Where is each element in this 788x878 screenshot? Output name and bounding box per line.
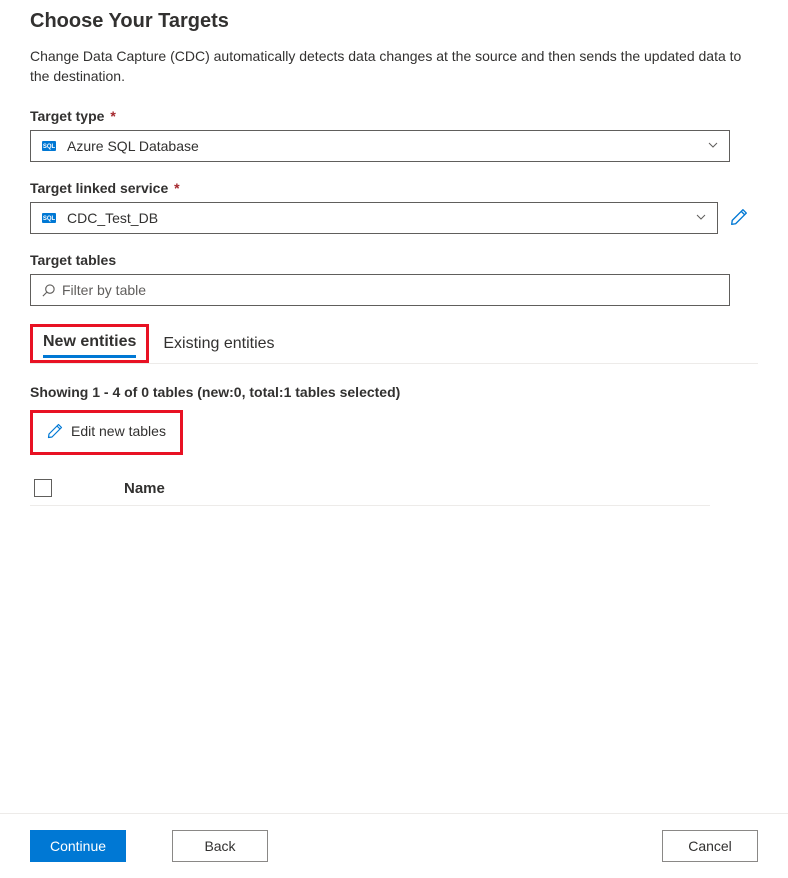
page-title: Choose Your Targets bbox=[30, 10, 758, 33]
tables-grid-header: Name bbox=[30, 469, 710, 506]
search-icon bbox=[41, 283, 56, 298]
target-tables-label: Target tables bbox=[30, 252, 758, 268]
svg-text:SQL: SQL bbox=[43, 216, 56, 222]
linked-service-select[interactable]: SQL CDC_Test_DB bbox=[30, 202, 718, 234]
footer-bar: Continue Back Cancel bbox=[0, 813, 788, 878]
page-subtitle: Change Data Capture (CDC) automatically … bbox=[30, 47, 758, 86]
entities-tabs: New entities Existing entities bbox=[30, 324, 758, 364]
target-tables-field: Target tables bbox=[30, 252, 758, 306]
target-type-label-text: Target type bbox=[30, 108, 104, 124]
table-summary: Showing 1 - 4 of 0 tables (new:0, total:… bbox=[30, 384, 758, 400]
filter-table-input[interactable] bbox=[62, 282, 719, 298]
target-type-value: Azure SQL Database bbox=[67, 138, 707, 154]
highlight-box-tabs: New entities bbox=[30, 324, 149, 363]
pencil-icon bbox=[47, 423, 63, 439]
filter-input-wrapper[interactable] bbox=[30, 274, 730, 306]
edit-new-tables-button[interactable]: Edit new tables bbox=[47, 423, 166, 439]
svg-text:SQL: SQL bbox=[43, 144, 56, 150]
required-indicator: * bbox=[110, 108, 115, 124]
sql-database-icon: SQL bbox=[41, 138, 57, 154]
sql-database-icon: SQL bbox=[41, 210, 57, 226]
linked-service-value: CDC_Test_DB bbox=[67, 210, 695, 226]
edit-new-tables-label: Edit new tables bbox=[71, 423, 166, 439]
linked-service-label: Target linked service * bbox=[30, 180, 758, 196]
back-button[interactable]: Back bbox=[172, 830, 268, 862]
chevron-down-icon bbox=[707, 138, 719, 154]
target-type-field: Target type * SQL Azure SQL Database bbox=[30, 108, 758, 162]
cancel-button[interactable]: Cancel bbox=[662, 830, 758, 862]
required-indicator: * bbox=[174, 180, 179, 196]
target-type-select[interactable]: SQL Azure SQL Database bbox=[30, 130, 730, 162]
tab-new-entities[interactable]: New entities bbox=[43, 333, 136, 358]
linked-service-field: Target linked service * SQL CDC_Test_DB bbox=[30, 180, 758, 234]
chevron-down-icon bbox=[695, 210, 707, 226]
target-type-label: Target type * bbox=[30, 108, 758, 124]
linked-service-label-text: Target linked service bbox=[30, 180, 168, 196]
highlight-box-edit: Edit new tables bbox=[30, 410, 183, 455]
column-header-name: Name bbox=[124, 480, 165, 497]
continue-button[interactable]: Continue bbox=[30, 830, 126, 862]
main-content: Choose Your Targets Change Data Capture … bbox=[0, 0, 788, 506]
edit-linked-service-button[interactable] bbox=[730, 208, 748, 229]
tab-existing-entities[interactable]: Existing entities bbox=[149, 327, 288, 361]
select-all-checkbox[interactable] bbox=[34, 479, 52, 497]
